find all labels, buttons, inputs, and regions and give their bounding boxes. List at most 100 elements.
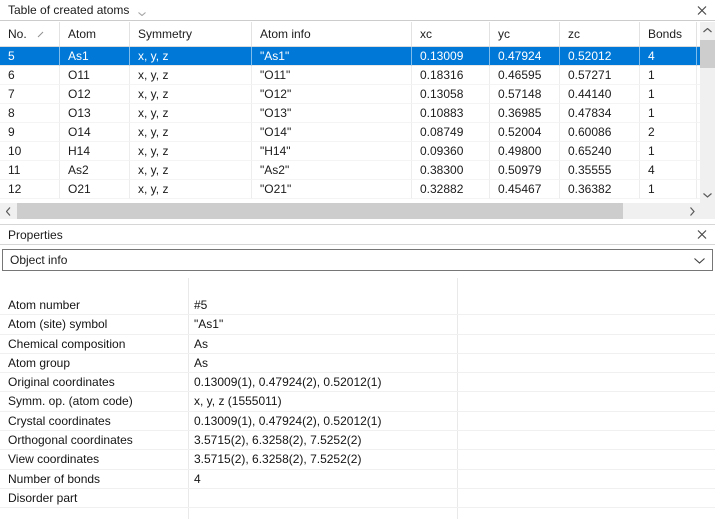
atoms-panel-close-button[interactable] bbox=[694, 3, 710, 18]
cell-atom-info[interactable]: "As1" bbox=[252, 47, 412, 66]
cell-bonds[interactable]: 2 bbox=[640, 123, 697, 142]
cell-zc[interactable]: 0.57271 bbox=[560, 66, 640, 85]
cell-atom[interactable]: H14 bbox=[60, 142, 130, 161]
scroll-left-button[interactable] bbox=[0, 203, 17, 219]
table-row[interactable]: 12 O21 x, y, z "O21" 0.32882 0.45467 0.3… bbox=[0, 180, 700, 199]
cell-zc[interactable]: 0.35555 bbox=[560, 161, 640, 180]
cell-no[interactable]: 8 bbox=[0, 104, 60, 123]
column-header-no[interactable]: No. bbox=[0, 22, 60, 46]
cell-atom[interactable]: O11 bbox=[60, 66, 130, 85]
atoms-panel-titlebar[interactable]: Table of created atoms bbox=[0, 0, 715, 21]
cell-xc[interactable]: 0.38300 bbox=[412, 161, 490, 180]
cell-symmetry[interactable]: x, y, z bbox=[130, 142, 252, 161]
vertical-scroll-thumb[interactable] bbox=[700, 40, 715, 68]
cell-yc[interactable]: 0.47924 bbox=[490, 47, 560, 66]
cell-no[interactable]: 12 bbox=[0, 180, 60, 199]
cell-xc[interactable]: 0.09360 bbox=[412, 142, 490, 161]
column-header-atom[interactable]: Atom bbox=[60, 22, 130, 46]
cell-xc[interactable]: 0.10883 bbox=[412, 104, 490, 123]
properties-panel-titlebar[interactable]: Properties bbox=[0, 224, 715, 245]
column-header-atom-info[interactable]: Atom info bbox=[252, 22, 412, 46]
cell-bonds[interactable]: 4 bbox=[640, 47, 697, 66]
cell-atom-info[interactable]: "H14" bbox=[252, 142, 412, 161]
cell-no[interactable]: 11 bbox=[0, 161, 60, 180]
cell-atom-info[interactable]: "O14" bbox=[252, 123, 412, 142]
table-row[interactable]: 7 O12 x, y, z "O12" 0.13058 0.57148 0.44… bbox=[0, 85, 700, 104]
cell-atom[interactable]: O21 bbox=[60, 180, 130, 199]
cell-yc[interactable]: 0.57148 bbox=[490, 85, 560, 104]
cell-symmetry[interactable]: x, y, z bbox=[130, 66, 252, 85]
cell-symmetry[interactable]: x, y, z bbox=[130, 161, 252, 180]
cell-zc[interactable]: 0.52012 bbox=[560, 47, 640, 66]
cell-xc[interactable]: 0.18316 bbox=[412, 66, 490, 85]
cell-zc[interactable]: 0.44140 bbox=[560, 85, 640, 104]
cell-no[interactable]: 10 bbox=[0, 142, 60, 161]
cell-atom[interactable]: O13 bbox=[60, 104, 130, 123]
object-info-dropdown[interactable]: Object info bbox=[2, 249, 713, 271]
cell-bonds[interactable]: 1 bbox=[640, 85, 697, 104]
property-row[interactable]: Disorder part bbox=[0, 489, 715, 508]
cell-symmetry[interactable]: x, y, z bbox=[130, 85, 252, 104]
cell-xc[interactable]: 0.32882 bbox=[412, 180, 490, 199]
cell-zc[interactable]: 0.65240 bbox=[560, 142, 640, 161]
property-row[interactable]: Symm. op. (atom code) x, y, z (1555011) bbox=[0, 392, 715, 411]
cell-atom-info[interactable]: "O12" bbox=[252, 85, 412, 104]
cell-yc[interactable]: 0.36985 bbox=[490, 104, 560, 123]
cell-yc[interactable]: 0.50979 bbox=[490, 161, 560, 180]
table-row[interactable]: 5 As1 x, y, z "As1" 0.13009 0.47924 0.52… bbox=[0, 47, 700, 66]
cell-atom-info[interactable]: "O11" bbox=[252, 66, 412, 85]
table-row[interactable]: 9 O14 x, y, z "O14" 0.08749 0.52004 0.60… bbox=[0, 123, 700, 142]
cell-bonds[interactable]: 1 bbox=[640, 180, 697, 199]
cell-atom-info[interactable]: "O21" bbox=[252, 180, 412, 199]
cell-xc[interactable]: 0.13058 bbox=[412, 85, 490, 104]
scroll-right-button[interactable] bbox=[684, 203, 700, 219]
cell-no[interactable]: 5 bbox=[0, 47, 60, 66]
cell-zc[interactable]: 0.36382 bbox=[560, 180, 640, 199]
cell-yc[interactable]: 0.52004 bbox=[490, 123, 560, 142]
vertical-scrollbar[interactable] bbox=[700, 22, 715, 219]
table-row[interactable]: 11 As2 x, y, z "As2" 0.38300 0.50979 0.3… bbox=[0, 161, 700, 180]
cell-symmetry[interactable]: x, y, z bbox=[130, 123, 252, 142]
column-header-xc[interactable]: xc bbox=[412, 22, 490, 46]
cell-atom[interactable]: As1 bbox=[60, 47, 130, 66]
property-row[interactable]: Crystal coordinates 0.13009(1), 0.47924(… bbox=[0, 412, 715, 431]
cell-no[interactable]: 6 bbox=[0, 66, 60, 85]
cell-no[interactable]: 9 bbox=[0, 123, 60, 142]
table-row[interactable]: 8 O13 x, y, z "O13" 0.10883 0.36985 0.47… bbox=[0, 104, 700, 123]
cell-atom-info[interactable]: "As2" bbox=[252, 161, 412, 180]
property-row[interactable]: Chemical composition As bbox=[0, 335, 715, 354]
column-header-bonds[interactable]: Bonds bbox=[640, 22, 697, 46]
properties-panel-close-button[interactable] bbox=[694, 227, 710, 242]
cell-bonds[interactable]: 1 bbox=[640, 142, 697, 161]
horizontal-scrollbar[interactable] bbox=[0, 203, 700, 219]
cell-yc[interactable]: 0.46595 bbox=[490, 66, 560, 85]
cell-atom[interactable]: As2 bbox=[60, 161, 130, 180]
cell-bonds[interactable]: 1 bbox=[640, 104, 697, 123]
property-row[interactable]: Atom group As bbox=[0, 354, 715, 373]
cell-symmetry[interactable]: x, y, z bbox=[130, 180, 252, 199]
cell-yc[interactable]: 0.45467 bbox=[490, 180, 560, 199]
cell-bonds[interactable]: 1 bbox=[640, 66, 697, 85]
column-header-symmetry[interactable]: Symmetry bbox=[130, 22, 252, 46]
cell-atom[interactable]: O12 bbox=[60, 85, 130, 104]
cell-zc[interactable]: 0.47834 bbox=[560, 104, 640, 123]
horizontal-scroll-thumb[interactable] bbox=[17, 203, 623, 219]
cell-symmetry[interactable]: x, y, z bbox=[130, 104, 252, 123]
column-header-zc[interactable]: zc bbox=[560, 22, 640, 46]
cell-no[interactable]: 7 bbox=[0, 85, 60, 104]
cell-yc[interactable]: 0.49800 bbox=[490, 142, 560, 161]
cell-symmetry[interactable]: x, y, z bbox=[130, 47, 252, 66]
cell-bonds[interactable]: 4 bbox=[640, 161, 697, 180]
table-row[interactable]: 10 H14 x, y, z "H14" 0.09360 0.49800 0.6… bbox=[0, 142, 700, 161]
property-row[interactable]: Orthogonal coordinates 3.5715(2), 6.3258… bbox=[0, 431, 715, 450]
property-row[interactable]: Number of bonds 4 bbox=[0, 470, 715, 489]
property-row[interactable]: View coordinates 3.5715(2), 6.3258(2), 7… bbox=[0, 450, 715, 469]
scroll-down-button[interactable] bbox=[700, 187, 715, 203]
property-row[interactable]: Original coordinates 0.13009(1), 0.47924… bbox=[0, 373, 715, 392]
cell-zc[interactable]: 0.60086 bbox=[560, 123, 640, 142]
cell-atom-info[interactable]: "O13" bbox=[252, 104, 412, 123]
cell-xc[interactable]: 0.13009 bbox=[412, 47, 490, 66]
scroll-up-button[interactable] bbox=[700, 22, 715, 38]
property-row[interactable]: Atom (site) symbol "As1" bbox=[0, 315, 715, 334]
table-row[interactable]: 6 O11 x, y, z "O11" 0.18316 0.46595 0.57… bbox=[0, 66, 700, 85]
